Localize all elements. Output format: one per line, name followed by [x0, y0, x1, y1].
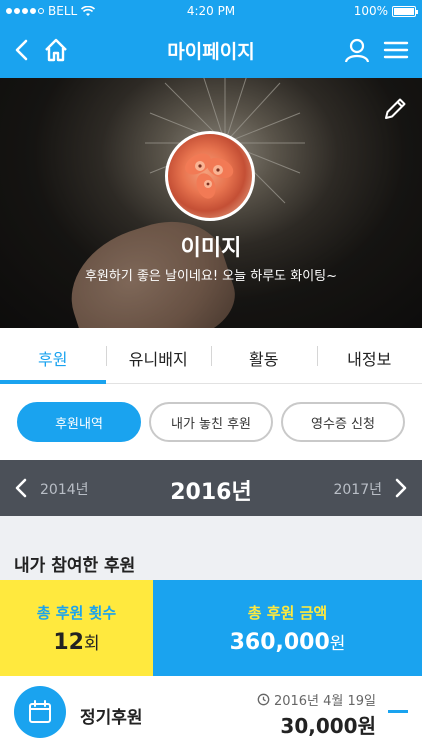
total-count-unit: 회 [83, 634, 100, 654]
menu-icon[interactable] [382, 36, 410, 64]
profile-name: 이미지 [180, 236, 242, 261]
section-title: 내가 참여한 후원 [14, 556, 136, 576]
nav-bar: 마이페이지 [0, 22, 422, 78]
next-year-label[interactable]: 2017년 [333, 479, 382, 499]
chevron-right-icon[interactable] [388, 476, 412, 500]
tab-activity[interactable]: 활동 [211, 328, 317, 383]
total-amount-label: 총 후원 금액 [247, 604, 328, 622]
tab-my-info[interactable]: 내정보 [316, 328, 422, 383]
flower-image [185, 153, 234, 199]
clock-icon [257, 693, 270, 706]
total-count-value: 12회 [0, 629, 153, 655]
donation-summary: 총 후원 횟수 12회 총 후원 금액 360,000원 [0, 580, 422, 676]
total-amount-unit: 원 [329, 634, 346, 654]
missed-donation-button[interactable]: 내가 놓친 후원 [149, 402, 273, 442]
status-right: 100% [353, 4, 418, 18]
total-count-panel: 총 후원 횟수 12회 [0, 580, 153, 676]
donation-record[interactable]: 정기후원 2016년 4월 19일 30,000원 [0, 676, 422, 750]
tab-donation[interactable]: 후원 [0, 328, 106, 383]
calendar-icon [14, 686, 66, 738]
user-icon[interactable] [343, 36, 371, 64]
profile-banner: 이미지 후원하기 좋은 날이네요! 오늘 하루도 화이팅~ [0, 78, 422, 328]
edit-icon[interactable] [382, 96, 408, 122]
donation-date: 2016년 4월 19일 [257, 690, 376, 709]
profile-message: 후원하기 좋은 날이네요! 오늘 하루도 화이팅~ [84, 269, 338, 284]
donation-type: 정기후원 [80, 708, 143, 728]
total-amount-value: 360,000원 [153, 629, 422, 655]
year-selector: 2014년 2016년 2017년 [0, 460, 422, 516]
total-amount-panel: 총 후원 금액 360,000원 [153, 580, 422, 676]
total-amount-number: 360,000 [229, 630, 330, 655]
tab-bar: 후원 유니배지 활동 내정보 [0, 328, 422, 384]
collapse-icon[interactable] [388, 710, 408, 713]
battery-percent: 100% [353, 4, 388, 18]
filter-pills: 후원내역 내가 놓친 후원 영수증 신청 [0, 384, 422, 460]
receipt-request-button[interactable]: 영수증 신청 [281, 402, 405, 442]
donation-history-button[interactable]: 후원내역 [17, 402, 141, 442]
donation-amount: 30,000원 [280, 714, 376, 738]
battery-icon [392, 5, 418, 17]
avatar[interactable] [165, 131, 255, 221]
total-count-number: 12 [53, 630, 84, 655]
status-bar: BELL 4:20 PM 100% [0, 0, 422, 22]
tab-unibadge[interactable]: 유니배지 [105, 328, 212, 383]
total-count-label: 총 후원 횟수 [36, 604, 117, 622]
donation-date-text: 2016년 4월 19일 [273, 694, 376, 709]
